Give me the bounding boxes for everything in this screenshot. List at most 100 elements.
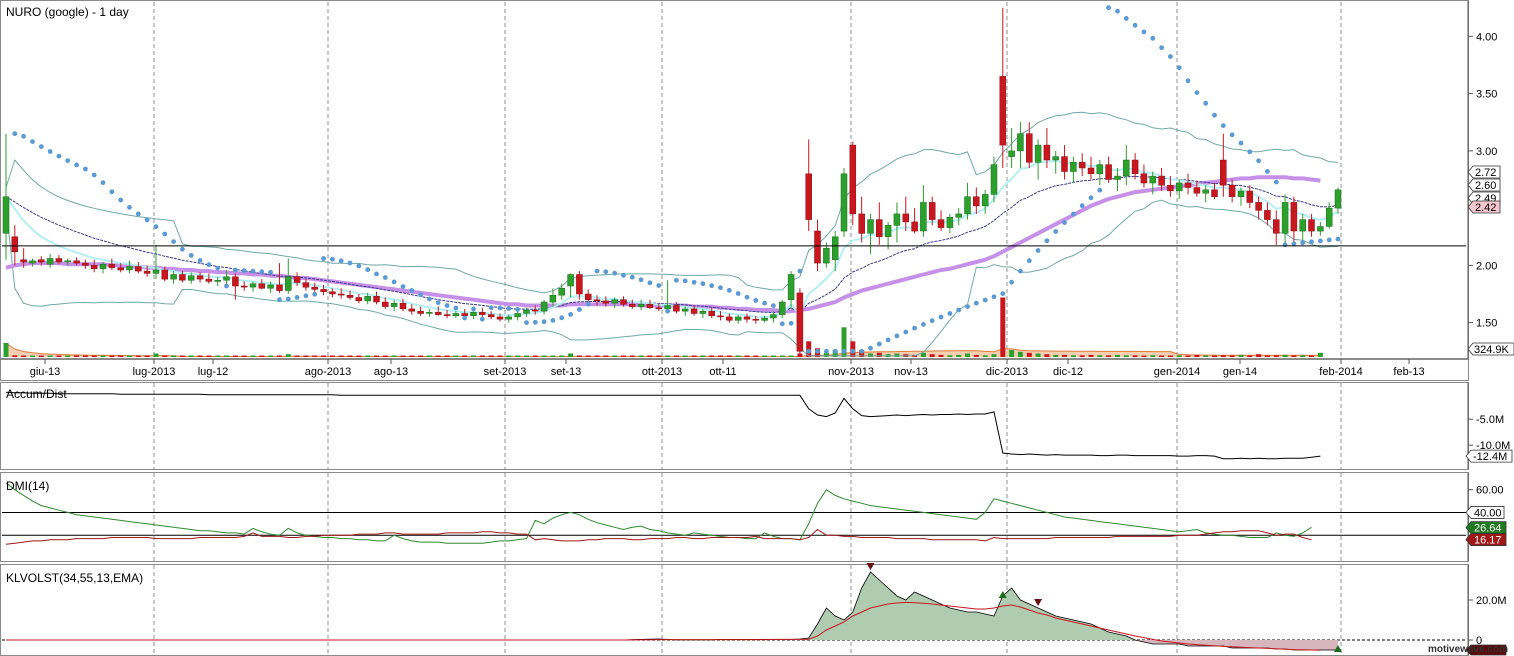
volume-bar	[788, 355, 794, 357]
candle-body	[681, 308, 689, 312]
volume-bar	[497, 355, 503, 357]
candle-body	[1026, 133, 1033, 163]
volume-bar	[206, 355, 212, 357]
candle-body	[787, 274, 795, 300]
candle-body	[1114, 175, 1121, 180]
volume-bar	[594, 355, 600, 357]
volume-bar	[568, 353, 574, 357]
volume-bar	[1247, 355, 1253, 357]
volume-bar	[1229, 355, 1235, 357]
candle-body	[1078, 162, 1086, 169]
psar-dot	[74, 162, 79, 168]
psar-dot	[726, 287, 732, 293]
psar-dot	[38, 144, 44, 150]
volume-bar	[65, 355, 71, 357]
candle-body	[699, 310, 707, 314]
candle-body	[611, 299, 618, 304]
volume-bar	[294, 355, 300, 357]
candle-body	[981, 194, 989, 207]
date-label: set-2013	[484, 366, 527, 378]
dmi-panel[interactable]: 60.00 40.00 26.6416.17 DMI(14)	[0, 472, 1507, 562]
price-panel[interactable]: 4.003.503.002.502.001.50 2.722.602.492.4…	[0, 0, 1514, 360]
volume-bar	[109, 355, 115, 357]
psar-dot	[12, 131, 18, 137]
psar-dot	[1150, 35, 1156, 41]
candle-body	[20, 259, 27, 263]
price-tag-label: 2.60	[1475, 180, 1496, 192]
volume-bar	[21, 355, 27, 357]
volume-bar	[1141, 355, 1147, 357]
psar-dot	[629, 274, 635, 280]
candle-body	[143, 270, 151, 274]
candle-body	[999, 76, 1007, 146]
candle-body	[955, 213, 962, 218]
candle-body	[1043, 144, 1051, 161]
candle-body	[390, 302, 398, 307]
candle-body	[540, 301, 548, 312]
volume-bar	[418, 355, 424, 357]
volume-bar	[135, 355, 141, 357]
psar-dot	[1203, 100, 1209, 106]
psar-dot	[921, 322, 926, 327]
volume-bar	[1079, 355, 1085, 358]
candle-body	[964, 196, 971, 215]
candle-body	[567, 274, 574, 287]
psar-dot	[859, 348, 865, 354]
psar-dot	[250, 268, 256, 274]
candle-body	[46, 258, 54, 265]
candle-body	[223, 276, 230, 281]
psar-dot	[418, 292, 423, 298]
psar-dot	[100, 180, 106, 186]
psar-dot	[365, 267, 371, 273]
date-label: feb-13	[1393, 366, 1424, 378]
psar-dot	[559, 315, 565, 321]
volume-bar	[188, 355, 194, 357]
psar-dot	[603, 269, 609, 275]
accum-dist-panel[interactable]: -5.0M-10.0M-12.4M Accum/Dist	[0, 382, 1513, 470]
psar-dot	[550, 318, 556, 323]
candle-body	[373, 296, 380, 303]
volume-bar	[779, 355, 785, 357]
psar-dot	[815, 348, 820, 354]
candle-body	[593, 299, 601, 302]
psar-dot	[982, 297, 988, 303]
volume-bar	[770, 355, 776, 357]
volume-bar	[3, 343, 9, 357]
candle-body	[770, 314, 777, 319]
volume-bar	[1123, 355, 1129, 358]
candle-body	[382, 301, 389, 307]
candle-body	[1070, 162, 1077, 172]
volume-bar	[691, 355, 697, 357]
candle-body	[1175, 182, 1183, 192]
candle-body	[470, 312, 477, 316]
volume-bar	[603, 355, 609, 357]
candle-body	[1290, 202, 1298, 232]
candle-body	[187, 275, 195, 281]
psar-dot	[1071, 211, 1076, 217]
date-label: ago-13	[374, 366, 408, 378]
psar-dot	[515, 307, 520, 312]
candle-body	[1273, 219, 1280, 234]
candle-body	[549, 294, 557, 303]
psar-dot	[762, 300, 767, 306]
candle-body	[646, 304, 654, 308]
psar-dot	[303, 293, 309, 299]
candle-body	[532, 309, 539, 312]
psar-dot	[1220, 123, 1226, 128]
volume-bar	[374, 355, 379, 357]
volume-bar	[1053, 354, 1059, 357]
date-label: nov-2013	[828, 366, 874, 378]
psar-dot	[1009, 279, 1014, 285]
psar-dot	[356, 263, 362, 269]
klvolst-panel[interactable]: 20.0M0 KLVOLST(34,55,13,EMA)	[0, 563, 1507, 656]
psar-dot	[973, 300, 979, 306]
candle-body	[1325, 207, 1333, 227]
volume-bar	[241, 355, 247, 357]
psar-dot	[1168, 54, 1173, 59]
psar-dot	[135, 211, 141, 217]
date-label: ott-2013	[642, 366, 682, 378]
psar-dot	[1079, 203, 1085, 209]
psar-dot	[471, 306, 476, 312]
psar-dot	[1318, 238, 1323, 244]
candle-body	[320, 289, 327, 292]
